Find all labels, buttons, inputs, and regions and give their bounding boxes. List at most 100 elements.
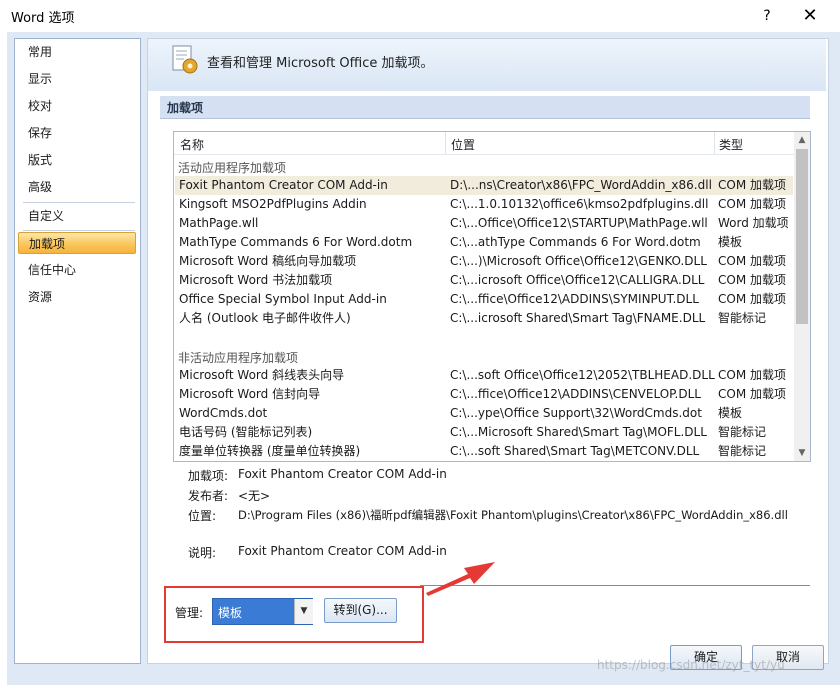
row-location: C:\...1.0.10132\office6\kmso2pdfplugins.… xyxy=(450,197,709,211)
table-row[interactable]: WordCmds.dot C:\...ype\Office Support\32… xyxy=(175,404,793,423)
row-location: C:\...Microsoft Shared\Smart Tag\MOFL.DL… xyxy=(450,425,707,439)
manage-label: 管理: xyxy=(175,606,204,620)
row-name: Microsoft Word 信封向导 xyxy=(179,387,321,401)
row-name: Office Special Symbol Input Add-in xyxy=(179,292,387,306)
manage-select[interactable]: 模板 ▼ xyxy=(212,598,313,625)
detail-location-label: 位置: xyxy=(188,509,217,523)
red-arrow-icon xyxy=(426,562,495,596)
row-name: MathPage.wll xyxy=(179,216,259,230)
section-header xyxy=(160,96,810,119)
detail-publisher-value: <无> xyxy=(238,489,271,503)
column-header-type[interactable]: 类型 xyxy=(719,136,743,153)
nav-item-typography[interactable]: 版式 xyxy=(18,149,136,171)
row-name: Microsoft Word 斜线表头向导 xyxy=(179,368,345,382)
nav-item-proofing[interactable]: 校对 xyxy=(18,95,136,117)
table-row[interactable]: Kingsoft MSO2PdfPlugins Addin C:\...1.0.… xyxy=(175,195,793,214)
group-label-inactive: 非活动应用程序加载项 xyxy=(178,351,299,365)
row-location: C:\...icrosoft Shared\Smart Tag\FNAME.DL… xyxy=(450,311,706,325)
addins-list[interactable]: 名称 位置 类型 活动应用程序加载项 Foxit Phantom Creator… xyxy=(173,131,811,462)
row-location: C:\...Office\Office12\STARTUP\MathPage.w… xyxy=(450,216,708,230)
column-header-location[interactable]: 位置 xyxy=(451,136,475,153)
row-type: 智能标记 xyxy=(718,444,767,458)
row-type: 模板 xyxy=(718,235,743,249)
watermark: https://blog.csdn.net/zyt_tyt/yu xyxy=(597,658,785,672)
row-type: COM 加载项 xyxy=(718,254,786,268)
manage-select-value: 模板 xyxy=(218,606,243,620)
row-name: 电话号码 (智能标记列表) xyxy=(179,425,313,439)
row-type: COM 加载项 xyxy=(718,387,786,401)
row-type: COM 加载项 xyxy=(718,368,786,382)
row-type: COM 加载项 xyxy=(718,197,786,211)
table-row[interactable]: Foxit Phantom Creator COM Add-in D:\...n… xyxy=(175,176,793,195)
nav-item-common[interactable]: 常用 xyxy=(18,41,136,63)
group-label-active: 活动应用程序加载项 xyxy=(178,161,287,175)
table-row[interactable]: MathType Commands 6 For Word.dotm C:\...… xyxy=(175,233,793,252)
list-scrollbar[interactable]: ▲ ▼ xyxy=(794,132,810,461)
scroll-up-icon[interactable]: ▲ xyxy=(794,132,810,148)
row-name: 人名 (Outlook 电子邮件收件人) xyxy=(179,311,351,325)
table-row[interactable]: Microsoft Word 稿纸向导加载项 C:\...)\Microsoft… xyxy=(175,252,793,271)
nav-item-resources[interactable]: 资源 xyxy=(18,286,136,308)
nav-divider xyxy=(23,230,135,231)
nav-item-display[interactable]: 显示 xyxy=(18,68,136,90)
nav-item-customize[interactable]: 自定义 xyxy=(18,205,136,227)
row-location: C:\...ffice\Office12\ADDINS\SYMINPUT.DLL xyxy=(450,292,699,306)
detail-addin-value: Foxit Phantom Creator COM Add-in xyxy=(238,467,447,481)
nav-divider xyxy=(23,202,135,203)
section-title: 加载项 xyxy=(167,101,204,115)
category-nav: 常用 显示 校对 保存 版式 高级 自定义 加载项 信任中心 资源 xyxy=(14,38,141,664)
table-row[interactable]: Microsoft Word 书法加载项 C:\...icrosoft Offi… xyxy=(175,271,793,290)
panel-description: 查看和管理 Microsoft Office 加载项。 xyxy=(207,56,434,71)
row-location: C:\...ype\Office Support\32\WordCmds.dot xyxy=(450,406,702,420)
row-name: MathType Commands 6 For Word.dotm xyxy=(179,235,413,249)
row-location: C:\...icrosoft Office\Office12\CALLIGRA.… xyxy=(450,273,705,287)
addins-gear-icon xyxy=(172,45,198,74)
row-type: COM 加载项 xyxy=(718,292,786,306)
detail-addin-label: 加载项: xyxy=(188,469,229,483)
nav-item-trust-center[interactable]: 信任中心 xyxy=(18,259,136,281)
table-row[interactable]: 电话号码 (智能标记列表) C:\...Microsoft Shared\Sma… xyxy=(175,423,793,442)
chevron-down-icon[interactable]: ▼ xyxy=(294,599,313,624)
go-button[interactable]: 转到(G)... xyxy=(324,598,397,623)
close-icon[interactable]: ✕ xyxy=(797,2,823,30)
nav-item-save[interactable]: 保存 xyxy=(18,122,136,144)
table-row[interactable]: Microsoft Word 斜线表头向导 C:\...soft Office\… xyxy=(175,366,793,385)
row-name: Foxit Phantom Creator COM Add-in xyxy=(179,178,388,192)
table-row[interactable]: Office Special Symbol Input Add-in C:\..… xyxy=(175,290,793,309)
table-row[interactable]: MathPage.wll C:\...Office\Office12\START… xyxy=(175,214,793,233)
column-divider[interactable] xyxy=(714,132,715,154)
detail-description-label: 说明: xyxy=(188,546,217,560)
row-name: WordCmds.dot xyxy=(179,406,268,420)
help-button[interactable]: ? xyxy=(756,4,778,28)
detail-description-value: Foxit Phantom Creator COM Add-in xyxy=(238,544,447,558)
row-type: Word 加载项 xyxy=(718,216,789,230)
table-row[interactable]: 度量单位转换器 (度量单位转换器) C:\...soft Shared\Smar… xyxy=(175,442,793,461)
row-type: 模板 xyxy=(718,406,743,420)
list-header: 名称 位置 类型 xyxy=(174,132,794,155)
row-type: 智能标记 xyxy=(718,425,767,439)
row-location: C:\...athType Commands 6 For Word.dotm xyxy=(450,235,701,249)
table-row[interactable]: Microsoft Word 信封向导 C:\...ffice\Office12… xyxy=(175,385,793,404)
table-row[interactable]: 人名 (Outlook 电子邮件收件人) C:\...icrosoft Shar… xyxy=(175,309,793,328)
scrollbar-thumb[interactable] xyxy=(796,149,808,324)
column-header-name[interactable]: 名称 xyxy=(180,136,204,153)
row-location: C:\...)\Microsoft Office\Office12\GENKO.… xyxy=(450,254,707,268)
detail-publisher-label: 发布者: xyxy=(188,489,229,503)
row-type: COM 加载项 xyxy=(718,273,786,287)
row-name: Microsoft Word 书法加载项 xyxy=(179,273,333,287)
window-title: Word 选项 xyxy=(11,11,75,26)
row-location: D:\...ns\Creator\x86\FPC_WordAddin_x86.d… xyxy=(450,178,712,192)
detail-location-value: D:\Program Files (x86)\福昕pdf编辑器\Foxit Ph… xyxy=(238,508,788,522)
row-type: COM 加载项 xyxy=(718,178,786,192)
row-type: 智能标记 xyxy=(718,311,767,325)
row-name: Kingsoft MSO2PdfPlugins Addin xyxy=(179,197,367,211)
column-divider[interactable] xyxy=(445,132,446,154)
row-location: C:\...soft Shared\Smart Tag\METCONV.DLL xyxy=(450,444,700,458)
row-location: C:\...soft Office\Office12\2052\TBLHEAD.… xyxy=(450,368,715,382)
scroll-down-icon[interactable]: ▼ xyxy=(794,445,810,461)
nav-item-addins[interactable]: 加载项 xyxy=(18,232,136,254)
nav-item-advanced[interactable]: 高级 xyxy=(18,176,136,198)
row-name: 度量单位转换器 (度量单位转换器) xyxy=(179,444,361,458)
title-bar xyxy=(0,0,840,32)
row-name: Microsoft Word 稿纸向导加载项 xyxy=(179,254,357,268)
